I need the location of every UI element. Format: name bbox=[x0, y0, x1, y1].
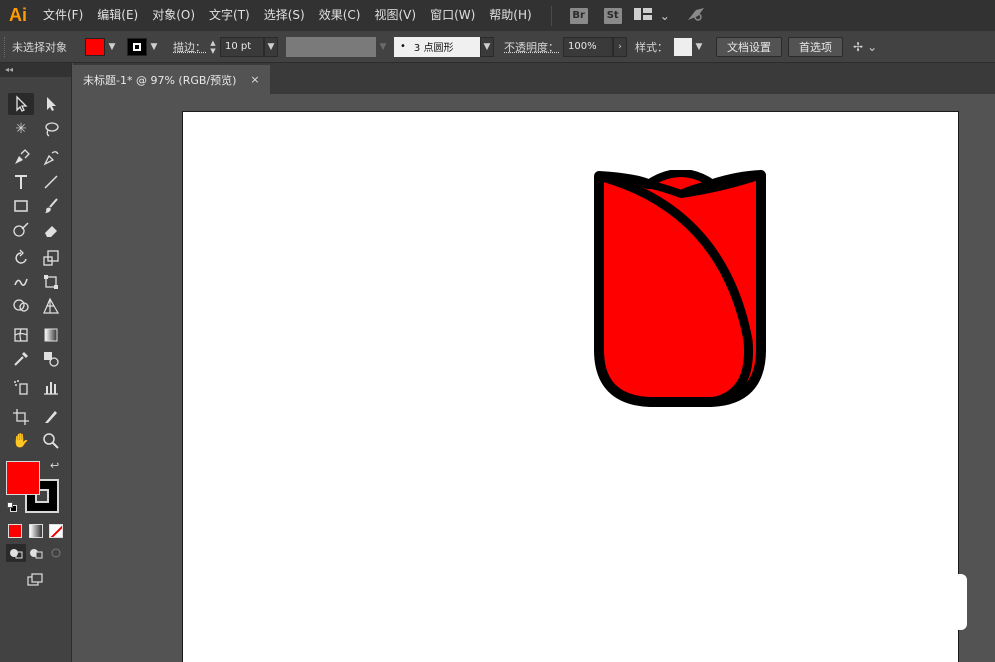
blend-tool[interactable] bbox=[38, 348, 64, 370]
tulip-artwork[interactable] bbox=[593, 170, 768, 408]
draw-normal-icon[interactable] bbox=[6, 544, 26, 562]
workspace-layout-icon[interactable] bbox=[633, 7, 652, 24]
hand-tool[interactable]: ✋ bbox=[8, 430, 34, 452]
menu-edit[interactable]: 编辑(E) bbox=[90, 0, 145, 31]
shaper-tool[interactable] bbox=[8, 219, 34, 241]
swap-fill-stroke-icon[interactable]: ↩ bbox=[50, 459, 59, 472]
paintbrush-tool[interactable] bbox=[38, 195, 64, 217]
magic-wand-tool[interactable]: ✳ bbox=[8, 118, 34, 140]
variable-width-profile[interactable] bbox=[286, 36, 376, 57]
fill-swatch[interactable] bbox=[85, 37, 105, 56]
opacity-label[interactable]: 不透明度： bbox=[504, 39, 559, 55]
menu-help[interactable]: 帮助(H) bbox=[482, 0, 538, 31]
pen-tool[interactable] bbox=[8, 147, 34, 169]
default-fill-stroke-icon[interactable] bbox=[7, 502, 17, 512]
tool-panel: ◂◂ ✳ ✋ ↩ bbox=[0, 63, 72, 662]
document-setup-button[interactable]: 文档设置 bbox=[716, 36, 782, 57]
graphic-style-swatch[interactable] bbox=[674, 37, 692, 56]
stroke-weight-stepper[interactable]: ▲ ▼ bbox=[206, 37, 220, 57]
brush-label: 3 点圆形 bbox=[413, 43, 454, 54]
column-graph-tool[interactable] bbox=[38, 376, 64, 398]
none-mode-button[interactable] bbox=[49, 524, 63, 538]
document-tab-title: 未标题-1* @ 97% (RGB/预览) bbox=[83, 73, 237, 87]
stock-button[interactable]: St bbox=[603, 7, 622, 24]
artboard-tool[interactable] bbox=[8, 406, 34, 428]
type-tool[interactable] bbox=[8, 171, 34, 193]
menu-effect[interactable]: 效果(C) bbox=[312, 0, 368, 31]
document-tab-bar: 未标题-1* @ 97% (RGB/预览) × bbox=[73, 63, 995, 94]
chevron-down-icon[interactable]: ⌄ bbox=[867, 40, 877, 54]
stroke-dropdown-chevron-icon[interactable]: ▼ bbox=[147, 37, 161, 57]
document-tab[interactable]: 未标题-1* @ 97% (RGB/预览) × bbox=[73, 65, 270, 94]
menu-view[interactable]: 视图(V) bbox=[367, 0, 423, 31]
gpu-performance-icon[interactable] bbox=[686, 6, 706, 25]
brush-dot-icon: • bbox=[400, 41, 406, 52]
scale-tool[interactable] bbox=[38, 247, 64, 269]
stroke-swatch[interactable] bbox=[127, 37, 147, 56]
mesh-tool[interactable] bbox=[8, 324, 34, 346]
opacity-field[interactable]: 100% bbox=[563, 36, 613, 57]
close-tab-icon[interactable]: × bbox=[250, 73, 259, 86]
canvas-scroll-indicator bbox=[953, 574, 967, 630]
perspective-grid-tool[interactable] bbox=[38, 295, 64, 317]
menu-select[interactable]: 选择(S) bbox=[257, 0, 312, 31]
selection-tool[interactable] bbox=[8, 93, 34, 115]
opacity-value: 100% bbox=[568, 41, 597, 52]
profile-chevron-icon[interactable]: ▼ bbox=[376, 37, 390, 57]
symbol-sprayer-tool[interactable] bbox=[8, 376, 34, 398]
shape-builder-tool[interactable] bbox=[8, 295, 34, 317]
screen-mode-icon[interactable] bbox=[22, 569, 48, 591]
stroke-weight-chevron-icon[interactable]: ▼ bbox=[264, 36, 278, 57]
brush-chevron-icon[interactable]: ▼ bbox=[480, 36, 494, 57]
free-transform-tool[interactable] bbox=[38, 271, 64, 293]
draw-behind-icon[interactable] bbox=[26, 544, 46, 562]
draw-inside-icon[interactable] bbox=[46, 544, 66, 562]
rotate-tool[interactable] bbox=[8, 247, 34, 269]
warp-tool[interactable] bbox=[8, 271, 34, 293]
slice-tool[interactable] bbox=[38, 406, 64, 428]
menu-bar: Ai 文件(F) 编辑(E) 对象(O) 文字(T) 选择(S) 效果(C) 视… bbox=[0, 0, 995, 31]
style-chevron-icon[interactable]: ▼ bbox=[692, 37, 706, 57]
brush-definition-field[interactable]: • 3 点圆形 bbox=[394, 36, 480, 57]
rectangle-tool[interactable] bbox=[8, 195, 34, 217]
stroke-label[interactable]: 描边： bbox=[173, 39, 206, 55]
style-label: 样式： bbox=[635, 40, 668, 54]
control-bar: 未选择对象 ▼ ▼ 描边： ▲ ▼ 10 pt ▼ ▼ • 3 点圆形 ▼ 不透明… bbox=[0, 31, 995, 63]
illustrator-logo: Ai bbox=[9, 5, 27, 25]
artboard[interactable] bbox=[182, 111, 959, 662]
curvature-tool[interactable] bbox=[38, 147, 64, 169]
stroke-weight-value: 10 pt bbox=[225, 41, 252, 52]
eyedropper-tool[interactable] bbox=[8, 348, 34, 370]
lasso-tool[interactable] bbox=[38, 118, 64, 140]
control-bar-grip[interactable] bbox=[4, 36, 8, 57]
opacity-chevron-icon[interactable]: › bbox=[613, 36, 627, 57]
gradient-tool[interactable] bbox=[38, 324, 64, 346]
fill-color-indicator[interactable] bbox=[6, 461, 40, 495]
menu-window[interactable]: 窗口(W) bbox=[423, 0, 482, 31]
menu-file[interactable]: 文件(F) bbox=[36, 0, 90, 31]
preferences-button[interactable]: 首选项 bbox=[788, 36, 843, 57]
color-mode-button[interactable] bbox=[8, 524, 22, 538]
align-options-icon[interactable]: ✢ bbox=[853, 40, 863, 54]
canvas-area[interactable] bbox=[73, 94, 995, 662]
line-segment-tool[interactable] bbox=[38, 171, 64, 193]
menu-type[interactable]: 文字(T) bbox=[202, 0, 257, 31]
fill-dropdown-chevron-icon[interactable]: ▼ bbox=[105, 37, 119, 57]
bridge-button[interactable]: Br bbox=[569, 7, 588, 24]
stroke-weight-field[interactable]: 10 pt bbox=[220, 36, 264, 57]
selection-status: 未选择对象 bbox=[12, 40, 67, 54]
zoom-tool[interactable] bbox=[38, 430, 64, 452]
eraser-tool[interactable] bbox=[38, 219, 64, 241]
direct-selection-tool[interactable] bbox=[38, 93, 64, 115]
menu-separator bbox=[550, 5, 552, 26]
menu-object[interactable]: 对象(O) bbox=[145, 0, 202, 31]
tool-panel-collapse[interactable]: ◂◂ bbox=[0, 63, 71, 77]
chevron-down-icon[interactable]: ⌄ bbox=[660, 9, 670, 23]
gradient-mode-button[interactable] bbox=[29, 524, 43, 538]
